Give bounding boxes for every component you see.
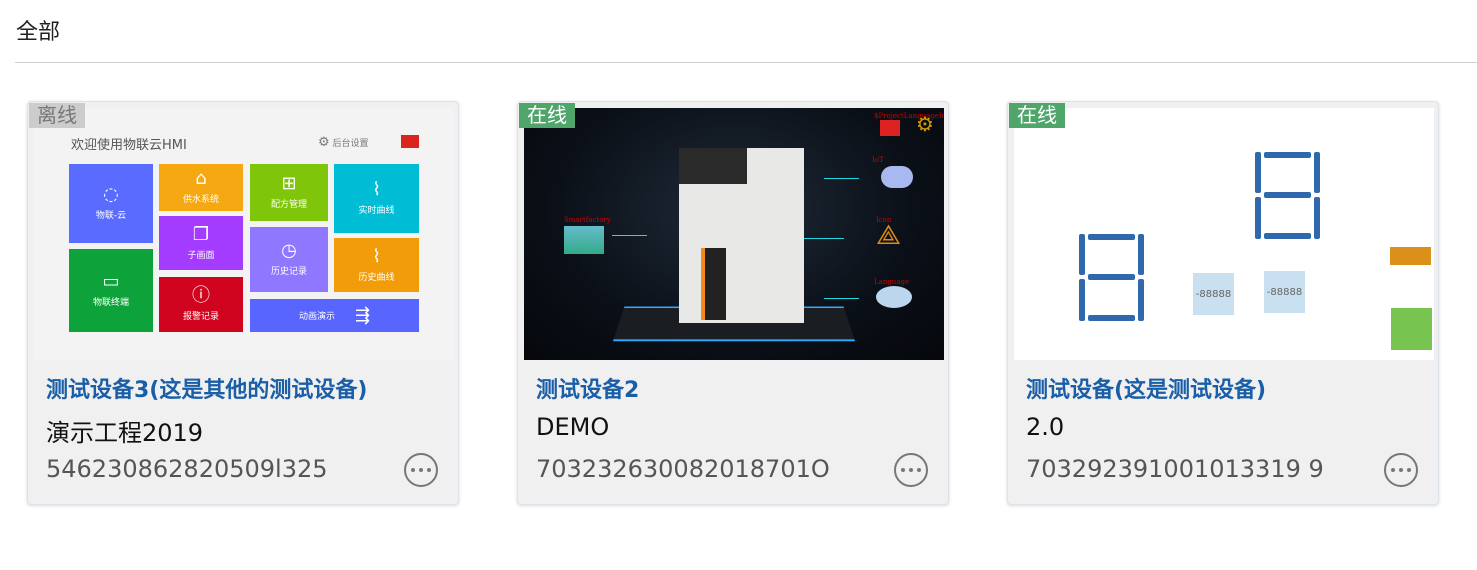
device-serial: 546230862820509l325 (46, 455, 328, 483)
device-name[interactable]: 测试设备3(这是其他的测试设备) (46, 372, 367, 404)
tile-label: 动画演示 (298, 312, 335, 322)
history-icon: ◷ (281, 240, 297, 261)
more-options-icon[interactable] (1384, 453, 1418, 487)
thumb-label: IoT (872, 156, 884, 164)
chart-icon: ⌇ (372, 179, 381, 200)
hmi-tile: ◷ 历史记录 (250, 227, 328, 292)
seven-segment-display (1255, 152, 1320, 239)
iot-icon: ◌ (103, 184, 119, 205)
device-serial: 703292391001013319 9 (1026, 455, 1324, 483)
hmi-tile: ❐ 子画面 (159, 216, 243, 270)
divider (15, 62, 1477, 63)
tile-label: 物联终端 (92, 298, 129, 308)
numeric-readout: -88888 (1193, 273, 1234, 315)
gear-icon: ⚙ (318, 135, 330, 150)
device-panel (679, 148, 747, 184)
tile-label: 供水系统 (182, 195, 219, 205)
cloud-icon (881, 166, 913, 188)
tile-label: 配方管理 (270, 200, 307, 210)
device-card[interactable]: 在线 Smartfactory IoT Icon Language $Proje… (517, 101, 949, 505)
device-card[interactable]: 在线 -88888 -88888 测试设备(这是测试设备) 2.0 703292… (1007, 101, 1439, 505)
device-card[interactable]: 离线 欢迎使用物联云HMI ⚙ 后台设置 ◌ 物联-云 ▭ 物联终端 ⌂ 供水系统 ❐… (27, 101, 459, 505)
chart-history-icon: ⌇ (372, 245, 381, 267)
device-thumbnail[interactable]: -88888 -88888 (1014, 108, 1434, 360)
engine-icon: ⌂ (195, 168, 207, 189)
flag-icon (401, 135, 419, 148)
device-serial: 703232630082018701O (536, 455, 830, 483)
status-badge: 在线 (519, 103, 575, 128)
device-thumbnail[interactable]: 欢迎使用物联云HMI ⚙ 后台设置 ◌ 物联-云 ▭ 物联终端 ⌂ 供水系统 ❐ 子画面… (34, 108, 454, 360)
connector-line (804, 238, 844, 239)
green-indicator (1391, 308, 1432, 350)
hmi-tile: ⌇ 历史曲线 (334, 238, 419, 292)
arrows-icon: ⇶ (354, 304, 371, 326)
grid-icon: ⊞ (281, 173, 297, 194)
hmi-tile: ⓘ 报警记录 (159, 277, 243, 332)
hmi-tile: ▭ 物联终端 (69, 249, 153, 332)
orange-indicator (1390, 247, 1431, 265)
tile-label: 报警记录 (182, 312, 219, 322)
thumb-label: Smartfactory (564, 216, 611, 224)
device-thumbnail[interactable]: Smartfactory IoT Icon Language $ProjectL… (524, 108, 944, 360)
hmi-tile: ⌂ 供水系统 (159, 164, 243, 211)
project-name: 2.0 (1026, 413, 1065, 441)
hmi-settings: ⚙ 后台设置 (318, 135, 369, 150)
tile-label: 历史记录 (270, 267, 307, 277)
project-name: 演示工程2019 (46, 419, 204, 447)
numeric-readout: -88888 (1264, 271, 1305, 313)
monitor-icon: ▭ (102, 271, 120, 292)
tile-label: 物联-云 (95, 211, 127, 221)
hmi-tile: ⌇ 实时曲线 (334, 164, 419, 233)
device-name[interactable]: 测试设备2 (536, 372, 639, 404)
hmi-settings-label: 后台设置 (332, 139, 369, 149)
alert-icon: ⓘ (192, 285, 210, 306)
hmi-welcome: 欢迎使用物联云HMI (71, 138, 187, 153)
more-options-icon[interactable] (894, 453, 928, 487)
terminal-block (701, 248, 726, 320)
windows-icon: ❐ (192, 223, 210, 245)
page-title: 全部 (16, 20, 61, 45)
tile-label: 实时曲线 (358, 206, 395, 216)
speech-bubble-icon (876, 286, 912, 308)
hmi-tile: 动画演示 ⇶ (250, 299, 419, 332)
seven-segment-display (1079, 234, 1144, 321)
gear-icon: ⚙ (916, 112, 934, 136)
city-icon (564, 226, 604, 254)
flag-icon (880, 120, 900, 136)
connector-line (824, 178, 859, 179)
device-name[interactable]: 测试设备(这是测试设备) (1026, 372, 1266, 404)
more-options-icon[interactable] (404, 453, 438, 487)
hmi-tile: ◌ 物联-云 (69, 164, 153, 243)
thumb-label: Language (874, 278, 910, 286)
connector-line (612, 235, 647, 236)
hmi-tile: ⊞ 配方管理 (250, 164, 328, 221)
tile-label: 子画面 (187, 250, 215, 261)
status-badge: 在线 (1009, 103, 1065, 128)
project-name: DEMO (536, 413, 610, 441)
network-icon: ⟁ (876, 218, 901, 251)
status-badge: 离线 (29, 103, 85, 128)
tile-label: 历史曲线 (358, 272, 395, 283)
connector-line (824, 298, 859, 299)
